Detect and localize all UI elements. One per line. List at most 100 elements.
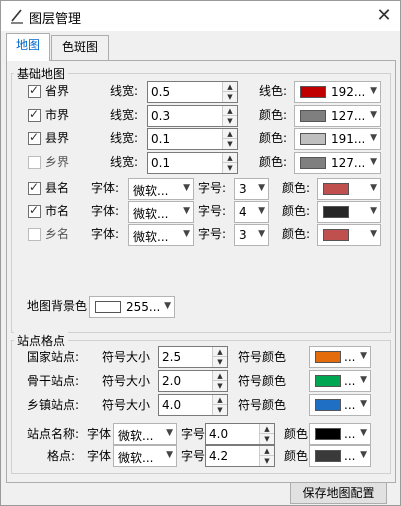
line-row-name: 市界 xyxy=(45,108,70,122)
line-width-label: 线宽: xyxy=(110,155,139,169)
font-color-dropdown[interactable]: ... ▼ xyxy=(309,445,371,467)
line-color-label: 线色: xyxy=(259,84,288,98)
line-width-label: 线宽: xyxy=(110,84,139,98)
label-row-name: 乡名 xyxy=(45,227,70,241)
chevron-down-icon: ▼ xyxy=(183,206,190,216)
line-color-dropdown[interactable]: 127... ▼ xyxy=(294,152,381,174)
stepper-up-icon[interactable]: ▲ xyxy=(213,347,227,357)
color-swatch xyxy=(300,86,326,98)
stepper-up-icon[interactable]: ▲ xyxy=(260,424,274,434)
stepper-up-icon[interactable]: ▲ xyxy=(213,371,227,381)
line-width-stepper[interactable]: 0.3 ▲ ▼ xyxy=(147,105,238,127)
map-bg-color-dropdown[interactable]: 255... ▼ xyxy=(89,296,175,318)
font-size-value: 4.2 xyxy=(209,449,229,463)
chevron-down-icon: ▼ xyxy=(258,206,265,216)
color-swatch xyxy=(315,375,341,387)
line-color-value: 127... xyxy=(331,156,366,170)
tab-contour-map[interactable]: 色斑图 xyxy=(51,35,109,60)
symbol-size-stepper[interactable]: 2.5 ▲ ▼ xyxy=(158,346,228,368)
font-value: 微软... xyxy=(133,207,169,221)
checkbox-county-name[interactable] xyxy=(28,180,41,195)
stepper-down-icon[interactable]: ▼ xyxy=(213,405,227,415)
font-dropdown[interactable]: 微软... ▼ xyxy=(113,423,177,445)
line-color-dropdown[interactable]: 192... ▼ xyxy=(294,81,381,103)
font-size-label: 字号: xyxy=(198,181,227,195)
window-title: 图层管理 xyxy=(29,12,82,27)
stepper-up-icon[interactable]: ▲ xyxy=(260,446,274,456)
line-color-dropdown[interactable]: 191... ▼ xyxy=(294,128,381,150)
stepper-down-icon[interactable]: ▼ xyxy=(223,92,237,102)
close-icon[interactable]: ✕ xyxy=(373,5,395,27)
stepper-down-icon[interactable]: ▼ xyxy=(213,357,227,367)
stepper-down-icon[interactable]: ▼ xyxy=(213,381,227,391)
chevron-down-icon: ▼ xyxy=(360,428,367,438)
chevron-down-icon: ▼ xyxy=(258,229,265,239)
save-map-config-button[interactable]: 保存地图配置 xyxy=(290,482,387,504)
symbol-size-value: 2.5 xyxy=(162,350,182,364)
symbol-size-value: 4.0 xyxy=(162,398,182,412)
checkbox-township-name[interactable] xyxy=(28,228,41,241)
color-swatch xyxy=(315,351,341,363)
chevron-down-icon: ▼ xyxy=(370,183,377,193)
font-size-dropdown[interactable]: 3 ▼ xyxy=(234,178,269,200)
checkbox-city-name[interactable] xyxy=(28,203,41,218)
symbol-color-dropdown[interactable]: ... ▼ xyxy=(309,370,371,392)
font-size-value: 4 xyxy=(239,205,247,219)
symbol-color-dropdown[interactable]: ... ▼ xyxy=(309,346,371,368)
font-color-value: ... xyxy=(344,449,356,463)
symbol-size-label: 符号大小 xyxy=(102,374,151,388)
font-color-label: 颜色 xyxy=(284,449,309,463)
label-color-dropdown[interactable]: ▼ xyxy=(317,201,381,223)
color-swatch xyxy=(315,450,341,462)
line-width-value: 0.5 xyxy=(151,85,171,99)
symbol-color-value: ... xyxy=(344,374,356,388)
stepper-up-icon[interactable]: ▲ xyxy=(223,129,237,139)
label-color-dropdown[interactable]: ▼ xyxy=(317,224,381,246)
stepper-down-icon[interactable]: ▼ xyxy=(223,163,237,173)
symbol-color-value: ... xyxy=(344,398,356,412)
label-color-label: 颜色: xyxy=(282,181,311,195)
symbol-size-stepper[interactable]: 4.0 ▲ ▼ xyxy=(158,394,228,416)
line-row-name: 省界 xyxy=(45,84,70,98)
font-dropdown[interactable]: 微软... ▼ xyxy=(128,178,194,200)
stepper-down-icon[interactable]: ▼ xyxy=(223,139,237,149)
line-width-stepper[interactable]: 0.1 ▲ ▼ xyxy=(147,152,238,174)
checkbox-city-border[interactable] xyxy=(28,107,41,122)
line-width-stepper[interactable]: 0.1 ▲ ▼ xyxy=(147,128,238,150)
font-label: 字体 xyxy=(87,449,112,463)
line-width-stepper[interactable]: 0.5 ▲ ▼ xyxy=(147,81,238,103)
font-size-value: 3 xyxy=(239,228,247,242)
font-color-dropdown[interactable]: ... ▼ xyxy=(309,423,371,445)
symbol-size-label: 符号大小 xyxy=(102,398,151,412)
stepper-down-icon[interactable]: ▼ xyxy=(223,116,237,126)
symbol-size-stepper[interactable]: 2.0 ▲ ▼ xyxy=(158,370,228,392)
stepper-up-icon[interactable]: ▲ xyxy=(223,153,237,163)
symbol-color-dropdown[interactable]: ... ▼ xyxy=(309,394,371,416)
color-swatch xyxy=(315,399,341,411)
stepper-up-icon[interactable]: ▲ xyxy=(213,395,227,405)
station-row-name: 国家站点: xyxy=(27,350,80,364)
stepper-down-icon[interactable]: ▼ xyxy=(260,456,274,466)
font-size-value: 4.0 xyxy=(209,427,229,441)
font-dropdown[interactable]: 微软... ▼ xyxy=(128,201,194,223)
stepper-down-icon[interactable]: ▼ xyxy=(260,434,274,444)
font-size-stepper[interactable]: 4.0 ▲ ▼ xyxy=(205,423,275,445)
chevron-down-icon: ▼ xyxy=(258,183,265,193)
font-size-dropdown[interactable]: 4 ▼ xyxy=(234,201,269,223)
font-size-stepper[interactable]: 4.2 ▲ ▼ xyxy=(205,445,275,467)
label-color-dropdown[interactable]: ▼ xyxy=(317,178,381,200)
line-color-label: 颜色: xyxy=(259,108,288,122)
chevron-down-icon: ▼ xyxy=(370,157,377,167)
checkbox-county-border[interactable] xyxy=(28,130,41,145)
font-dropdown[interactable]: 微软... ▼ xyxy=(113,445,177,467)
station-row-name: 骨干站点: xyxy=(27,374,80,388)
font-dropdown[interactable]: 微软... ▼ xyxy=(128,224,194,246)
color-swatch xyxy=(300,157,326,169)
checkbox-province-border[interactable] xyxy=(28,83,41,98)
checkbox-township-border[interactable] xyxy=(28,156,41,169)
tab-map[interactable]: 地图 xyxy=(6,33,50,61)
stepper-up-icon[interactable]: ▲ xyxy=(223,82,237,92)
font-size-dropdown[interactable]: 3 ▼ xyxy=(234,224,269,246)
stepper-up-icon[interactable]: ▲ xyxy=(223,106,237,116)
line-color-dropdown[interactable]: 127... ▼ xyxy=(294,105,381,127)
